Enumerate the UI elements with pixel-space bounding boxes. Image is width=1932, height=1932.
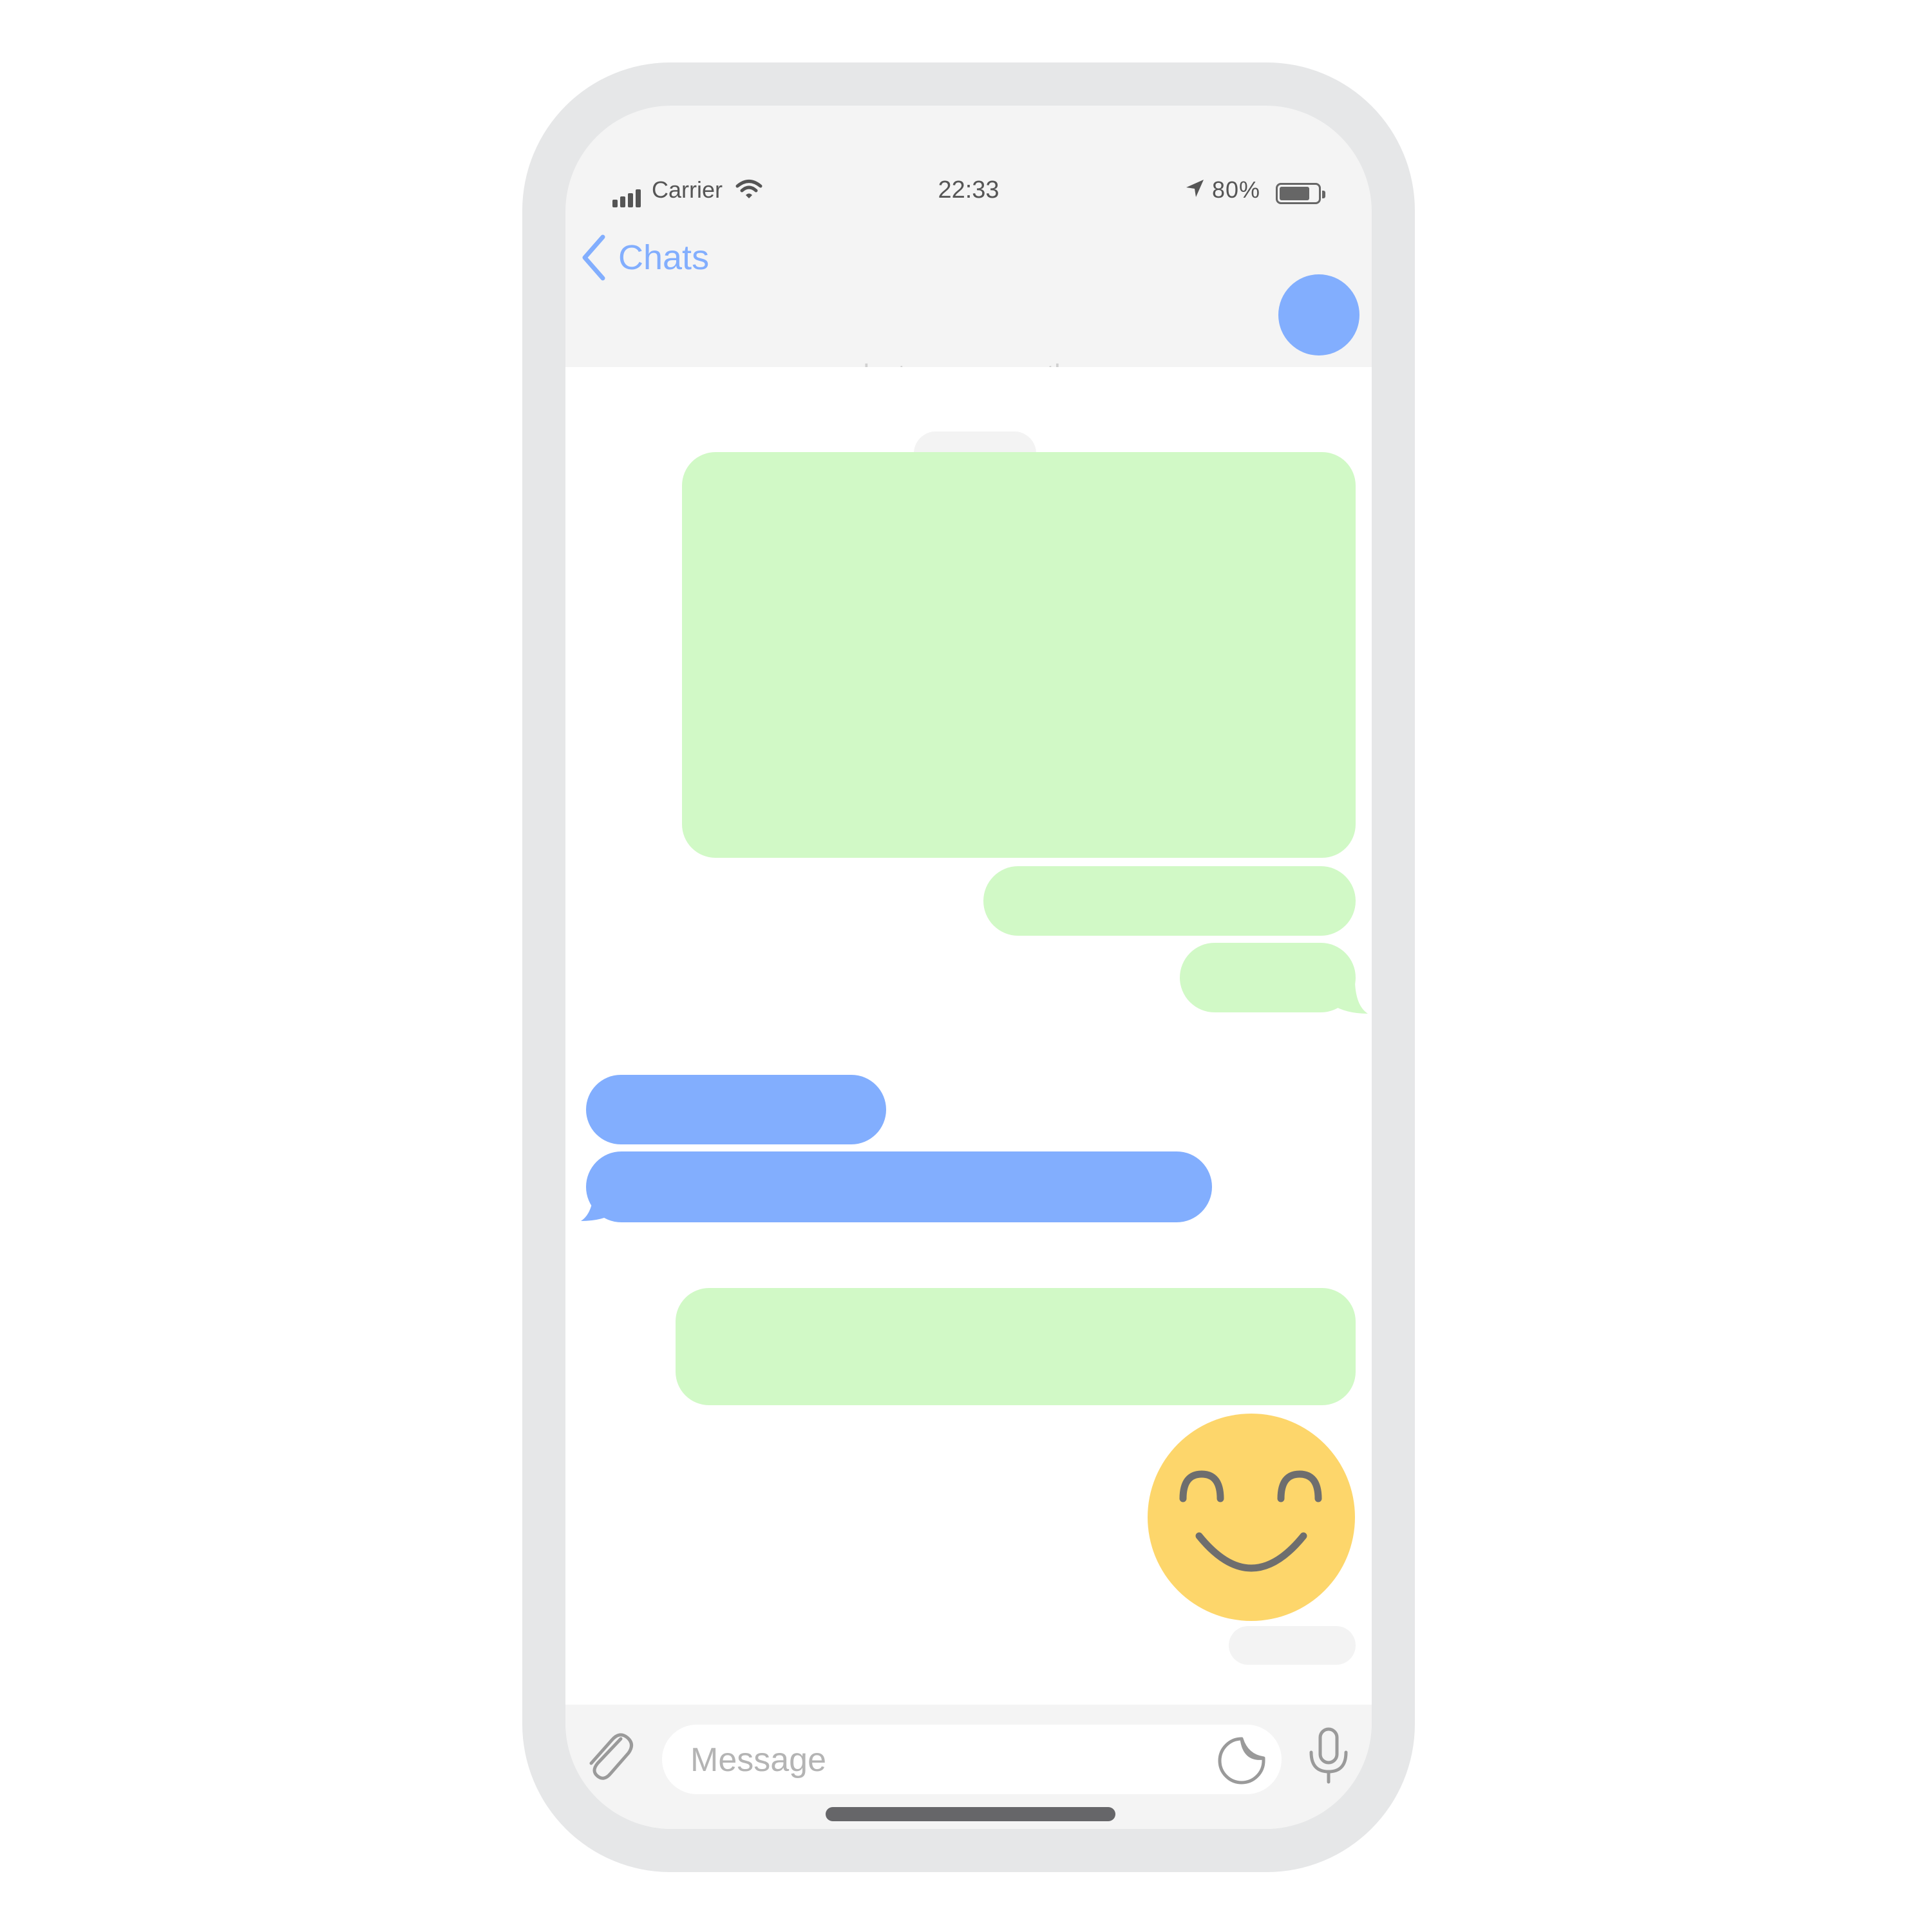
smiley-emoji-icon xyxy=(1148,1414,1355,1621)
outgoing-media-bubble[interactable] xyxy=(682,452,1356,858)
message-input[interactable] xyxy=(689,1739,1181,1781)
home-indicator[interactable] xyxy=(826,1807,1115,1821)
incoming-message-bubble[interactable] xyxy=(586,1151,1212,1222)
phone-frame: Carrier 22:33 80% Chats last seen recent… xyxy=(522,62,1415,1872)
back-button[interactable]: Chats xyxy=(581,234,709,281)
outgoing-message-bubble[interactable] xyxy=(983,866,1356,936)
time-pill xyxy=(1229,1626,1356,1665)
phone-screen: Carrier 22:33 80% Chats last seen recent… xyxy=(565,106,1372,1829)
outgoing-message-bubble[interactable] xyxy=(1180,943,1356,1012)
paperclip-icon[interactable] xyxy=(583,1727,635,1785)
back-label: Chats xyxy=(618,238,710,277)
bubble-tail xyxy=(1332,972,1368,1014)
sticker-icon[interactable] xyxy=(1217,1736,1266,1785)
location-arrow-icon xyxy=(1186,180,1204,197)
microphone-icon[interactable] xyxy=(1306,1727,1351,1785)
battery-icon xyxy=(1276,183,1325,204)
outgoing-sticker[interactable] xyxy=(1148,1414,1355,1621)
battery-percent: 80% xyxy=(1212,176,1261,203)
incoming-message-bubble[interactable] xyxy=(586,1075,886,1144)
message-list[interactable] xyxy=(565,367,1372,1705)
chevron-left-icon xyxy=(582,234,605,281)
avatar[interactable] xyxy=(1278,274,1359,355)
battery-fill xyxy=(1280,187,1310,200)
bubble-tail xyxy=(581,1180,617,1221)
message-input-field[interactable] xyxy=(662,1725,1282,1794)
outgoing-message-bubble[interactable] xyxy=(676,1288,1356,1405)
